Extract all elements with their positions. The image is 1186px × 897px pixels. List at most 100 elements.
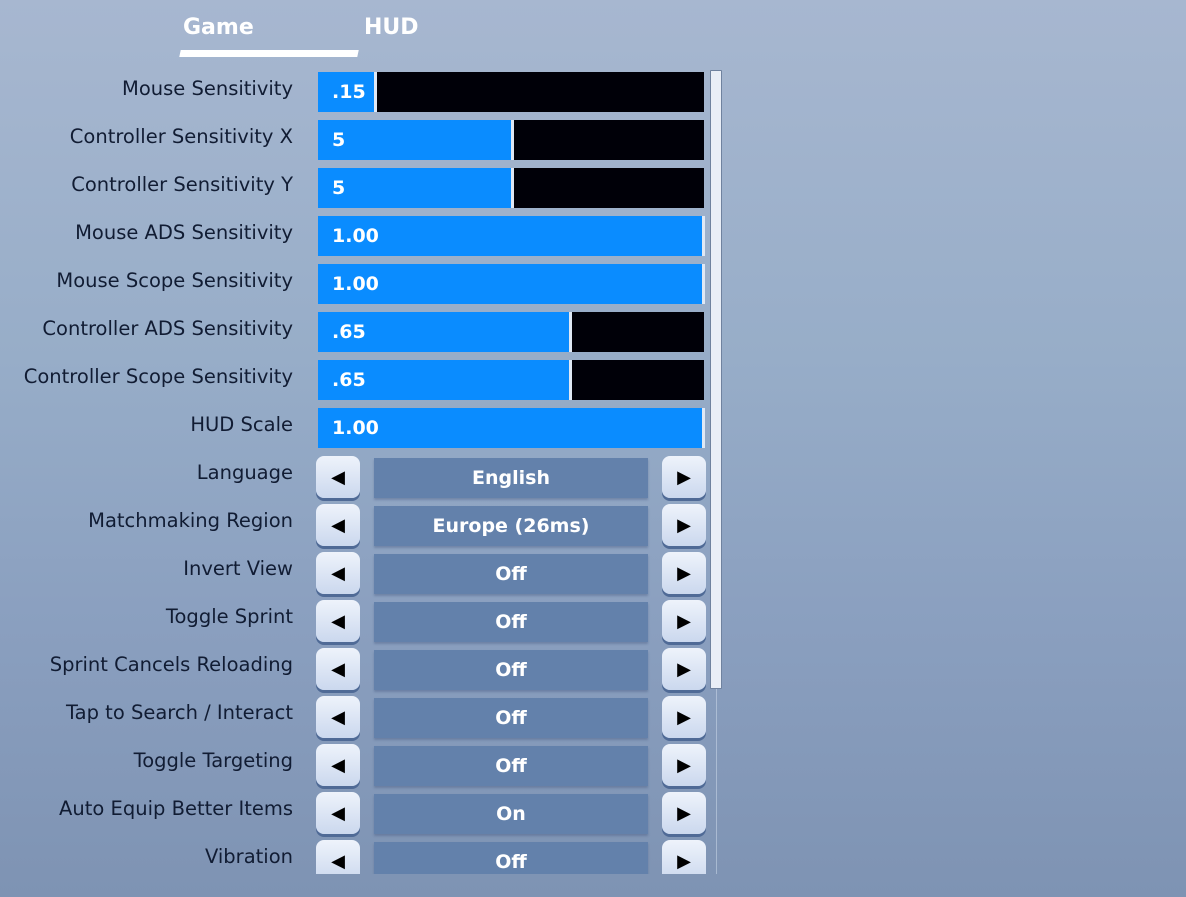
previous-option-button[interactable]: ◀: [316, 744, 360, 786]
active-tab-indicator: [179, 50, 359, 57]
next-option-button[interactable]: ▶: [662, 504, 706, 546]
slider-handle[interactable]: [569, 312, 572, 352]
setting-label: Language: [196, 461, 293, 484]
tab-hud[interactable]: HUD: [364, 15, 419, 40]
sensitivity-slider[interactable]: 1.00: [318, 216, 705, 256]
slider-value: 1.00: [332, 225, 379, 247]
option-value[interactable]: Off: [374, 698, 648, 738]
slider-row: Mouse ADS Sensitivity 1.00: [0, 214, 720, 258]
selector-row: Auto Equip Better Items ◀ On ▶: [0, 790, 720, 834]
setting-label: Invert View: [183, 557, 293, 580]
right-arrow-icon: ▶: [677, 706, 691, 728]
selector-row: Tap to Search / Interact ◀ Off ▶: [0, 694, 720, 738]
right-arrow-icon: ▶: [677, 658, 691, 680]
selector-row: Toggle Sprint ◀ Off ▶: [0, 598, 720, 642]
slider-handle[interactable]: [374, 72, 377, 112]
next-option-button[interactable]: ▶: [662, 600, 706, 642]
selector-row: Sprint Cancels Reloading ◀ Off ▶: [0, 646, 720, 690]
next-option-button[interactable]: ▶: [662, 552, 706, 594]
selector-row: Toggle Targeting ◀ Off ▶: [0, 742, 720, 786]
setting-label: Controller Sensitivity Y: [71, 173, 293, 196]
option-value[interactable]: English: [374, 458, 648, 498]
slider-value: 5: [332, 129, 346, 151]
option-value[interactable]: Off: [374, 650, 648, 690]
slider-handle[interactable]: [511, 120, 514, 160]
next-option-button[interactable]: ▶: [662, 456, 706, 498]
right-arrow-icon: ▶: [677, 754, 691, 776]
slider-value: .65: [332, 369, 366, 391]
previous-option-button[interactable]: ◀: [316, 552, 360, 594]
previous-option-button[interactable]: ◀: [316, 792, 360, 834]
setting-label: HUD Scale: [190, 413, 293, 436]
right-arrow-icon: ▶: [677, 466, 691, 488]
slider-value: 1.00: [332, 417, 379, 439]
previous-option-button[interactable]: ◀: [316, 696, 360, 738]
slider-fill: [318, 168, 511, 208]
setting-label: Controller ADS Sensitivity: [42, 317, 293, 340]
setting-label: Controller Sensitivity X: [69, 125, 293, 148]
slider-handle[interactable]: [569, 360, 572, 400]
setting-label: Toggle Targeting: [133, 749, 293, 772]
next-option-button[interactable]: ▶: [662, 792, 706, 834]
right-arrow-icon: ▶: [677, 802, 691, 824]
setting-label: Mouse ADS Sensitivity: [75, 221, 293, 244]
slider-row: Controller Scope Sensitivity .65: [0, 358, 720, 402]
setting-label: Auto Equip Better Items: [59, 797, 293, 820]
slider-row: Controller ADS Sensitivity .65: [0, 310, 720, 354]
left-arrow-icon: ◀: [331, 562, 345, 584]
next-option-button[interactable]: ▶: [662, 840, 706, 874]
sensitivity-slider[interactable]: .65: [318, 312, 704, 352]
option-value[interactable]: On: [374, 794, 648, 834]
scrollbar[interactable]: [710, 70, 722, 874]
slider-handle[interactable]: [702, 264, 705, 304]
sensitivity-slider[interactable]: 1.00: [318, 408, 705, 448]
next-option-button[interactable]: ▶: [662, 648, 706, 690]
option-value[interactable]: Off: [374, 554, 648, 594]
selector-row: Matchmaking Region ◀ Europe (26ms) ▶: [0, 502, 720, 546]
slider-value: 5: [332, 177, 346, 199]
slider-handle[interactable]: [511, 168, 514, 208]
sensitivity-slider[interactable]: 1.00: [318, 264, 705, 304]
next-option-button[interactable]: ▶: [662, 696, 706, 738]
previous-option-button[interactable]: ◀: [316, 648, 360, 690]
left-arrow-icon: ◀: [331, 850, 345, 872]
next-option-button[interactable]: ▶: [662, 744, 706, 786]
sensitivity-slider[interactable]: 5: [318, 120, 704, 160]
previous-option-button[interactable]: ◀: [316, 840, 360, 874]
option-value[interactable]: Off: [374, 602, 648, 642]
left-arrow-icon: ◀: [331, 754, 345, 776]
selector-row: Language ◀ English ▶: [0, 454, 720, 498]
scrollbar-thumb[interactable]: [710, 70, 722, 689]
setting-label: Vibration: [204, 845, 293, 868]
slider-row: Mouse Sensitivity .15: [0, 70, 720, 114]
setting-label: Sprint Cancels Reloading: [49, 653, 293, 676]
sensitivity-slider[interactable]: 5: [318, 168, 704, 208]
right-arrow-icon: ▶: [677, 610, 691, 632]
right-arrow-icon: ▶: [677, 514, 691, 536]
setting-label: Tap to Search / Interact: [65, 701, 293, 724]
previous-option-button[interactable]: ◀: [316, 600, 360, 642]
option-value[interactable]: Europe (26ms): [374, 506, 648, 546]
left-arrow-icon: ◀: [331, 802, 345, 824]
slider-fill: [318, 120, 511, 160]
right-arrow-icon: ▶: [677, 850, 691, 872]
left-arrow-icon: ◀: [331, 514, 345, 536]
previous-option-button[interactable]: ◀: [316, 504, 360, 546]
left-arrow-icon: ◀: [331, 706, 345, 728]
setting-label: Mouse Sensitivity: [122, 77, 293, 100]
option-value[interactable]: Off: [374, 842, 648, 874]
slider-handle[interactable]: [702, 216, 705, 256]
option-value[interactable]: Off: [374, 746, 648, 786]
tab-game[interactable]: Game: [183, 15, 254, 40]
setting-label: Controller Scope Sensitivity: [23, 365, 293, 388]
settings-list: Mouse Sensitivity .15 Controller Sensitivi…: [0, 70, 740, 874]
left-arrow-icon: ◀: [331, 658, 345, 680]
slider-value: .15: [332, 81, 366, 103]
slider-row: Controller Sensitivity X 5: [0, 118, 720, 162]
slider-handle[interactable]: [702, 408, 705, 448]
sensitivity-slider[interactable]: .65: [318, 360, 704, 400]
sensitivity-slider[interactable]: .15: [318, 72, 704, 112]
previous-option-button[interactable]: ◀: [316, 456, 360, 498]
slider-value: .65: [332, 321, 366, 343]
left-arrow-icon: ◀: [331, 466, 345, 488]
